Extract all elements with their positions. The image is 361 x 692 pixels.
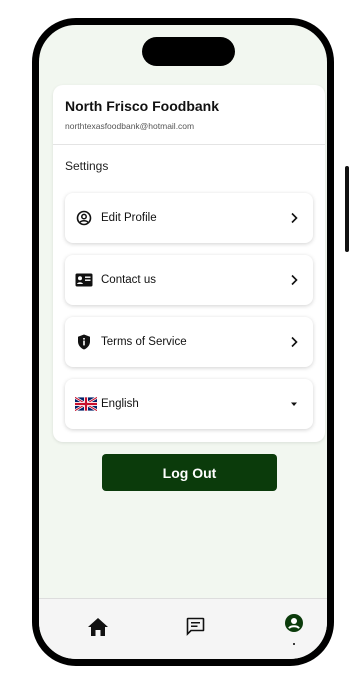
uk-flag-icon <box>75 395 97 413</box>
org-name: North Frisco Foodbank <box>65 98 219 114</box>
phone-notch <box>142 37 235 66</box>
logout-button[interactable]: Log Out <box>102 454 277 491</box>
divider <box>53 144 325 145</box>
profile-icon <box>284 613 304 638</box>
chevron-right-icon <box>287 211 301 225</box>
tab-home[interactable] <box>86 617 110 641</box>
language-label: English <box>101 398 139 410</box>
terms-of-service-label: Terms of Service <box>101 336 187 348</box>
tab-messages[interactable] <box>183 617 207 641</box>
caret-down-icon <box>287 397 301 411</box>
phone-side-button <box>345 166 349 252</box>
home-icon <box>87 617 109 642</box>
settings-heading: Settings <box>65 159 109 173</box>
settings-card: North Frisco Foodbank northtexasfoodbank… <box>53 85 325 442</box>
chevron-right-icon <box>287 335 301 349</box>
contact-us-label: Contact us <box>101 274 156 286</box>
edit-profile-label: Edit Profile <box>101 212 157 224</box>
user-circle-icon <box>75 209 93 227</box>
contact-card-icon <box>75 271 93 289</box>
org-email: northtexasfoodbank@hotmail.com <box>65 121 195 131</box>
bottom-tab-bar <box>39 598 327 659</box>
phone-frame: North Frisco Foodbank northtexasfoodbank… <box>32 18 334 666</box>
language-select[interactable]: English <box>65 379 313 429</box>
contact-us-row[interactable]: Contact us <box>65 255 313 305</box>
tab-profile[interactable] <box>282 613 306 637</box>
active-tab-indicator <box>293 643 295 645</box>
terms-of-service-row[interactable]: Terms of Service <box>65 317 313 367</box>
chevron-right-icon <box>287 273 301 287</box>
shield-icon <box>75 333 93 351</box>
edit-profile-row[interactable]: Edit Profile <box>65 193 313 243</box>
message-icon <box>186 617 205 641</box>
